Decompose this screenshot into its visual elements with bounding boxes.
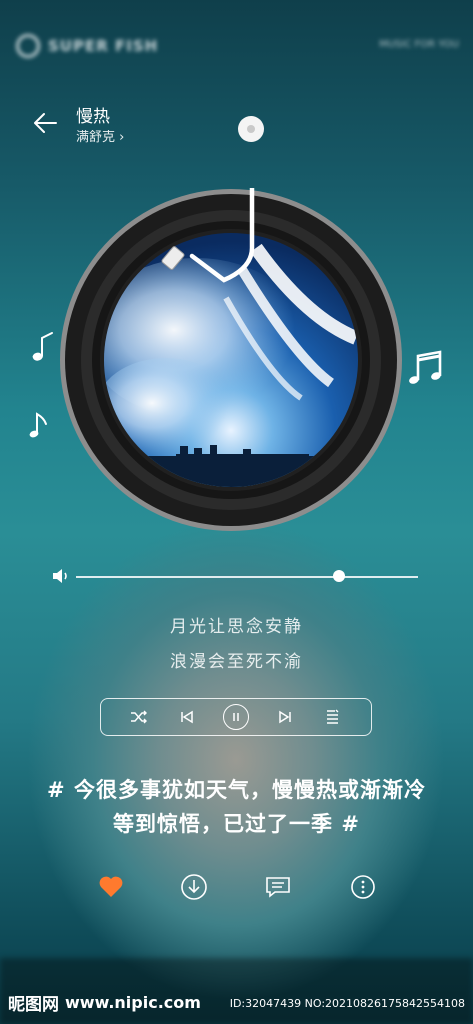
skip-next-icon[interactable] bbox=[273, 705, 297, 729]
brand-tagline: MUSIC FOR YOU bbox=[379, 39, 459, 50]
watermark-logo: 昵图网 bbox=[8, 995, 59, 1015]
music-note-small-icon bbox=[28, 408, 52, 444]
lyric-line-2: 浪漫会至死不渝 bbox=[170, 652, 303, 672]
brand-name: SUPER FISH bbox=[48, 37, 159, 55]
more-icon[interactable] bbox=[349, 873, 377, 901]
lyric-line-1: 月光让思念安静 bbox=[170, 617, 303, 637]
speaker-icon[interactable] bbox=[52, 568, 70, 584]
artist-link[interactable]: 满舒克 › bbox=[76, 126, 124, 145]
progress-track[interactable] bbox=[76, 576, 418, 578]
pause-icon[interactable] bbox=[223, 704, 249, 730]
artist-name: 满舒克 bbox=[76, 130, 116, 145]
brand-mark-icon bbox=[16, 34, 40, 58]
tonearm-pivot bbox=[236, 114, 266, 144]
slogan-line-1: # 今很多事犹如天气，慢慢热或渐渐冷 bbox=[47, 778, 426, 802]
playlist-icon[interactable] bbox=[321, 705, 345, 729]
heart-icon[interactable] bbox=[97, 873, 125, 901]
beamed-notes-icon bbox=[406, 348, 446, 392]
brand-logo: SUPER FISH bbox=[16, 34, 158, 58]
arrow-left-icon[interactable] bbox=[30, 108, 60, 138]
download-icon[interactable] bbox=[180, 873, 208, 901]
skip-previous-icon[interactable] bbox=[175, 705, 199, 729]
chevron-right-icon: › bbox=[119, 130, 125, 145]
watermark-site: 昵图网 www.nipic.com bbox=[8, 990, 201, 1015]
slogan-line-2: 等到惊悟，已过了一季 # bbox=[113, 812, 360, 836]
song-title: 慢热 bbox=[76, 107, 110, 127]
album-record bbox=[56, 185, 406, 533]
comment-icon[interactable] bbox=[264, 873, 292, 901]
progress-thumb[interactable] bbox=[333, 570, 346, 582]
tonearm-head bbox=[160, 240, 190, 274]
watermark-url: www.nipic.com bbox=[65, 993, 201, 1012]
playback-controls bbox=[100, 698, 372, 736]
watermark-id: ID:32047439 NO:20210826175842554108 bbox=[229, 997, 465, 1010]
shuffle-icon[interactable] bbox=[127, 705, 151, 729]
